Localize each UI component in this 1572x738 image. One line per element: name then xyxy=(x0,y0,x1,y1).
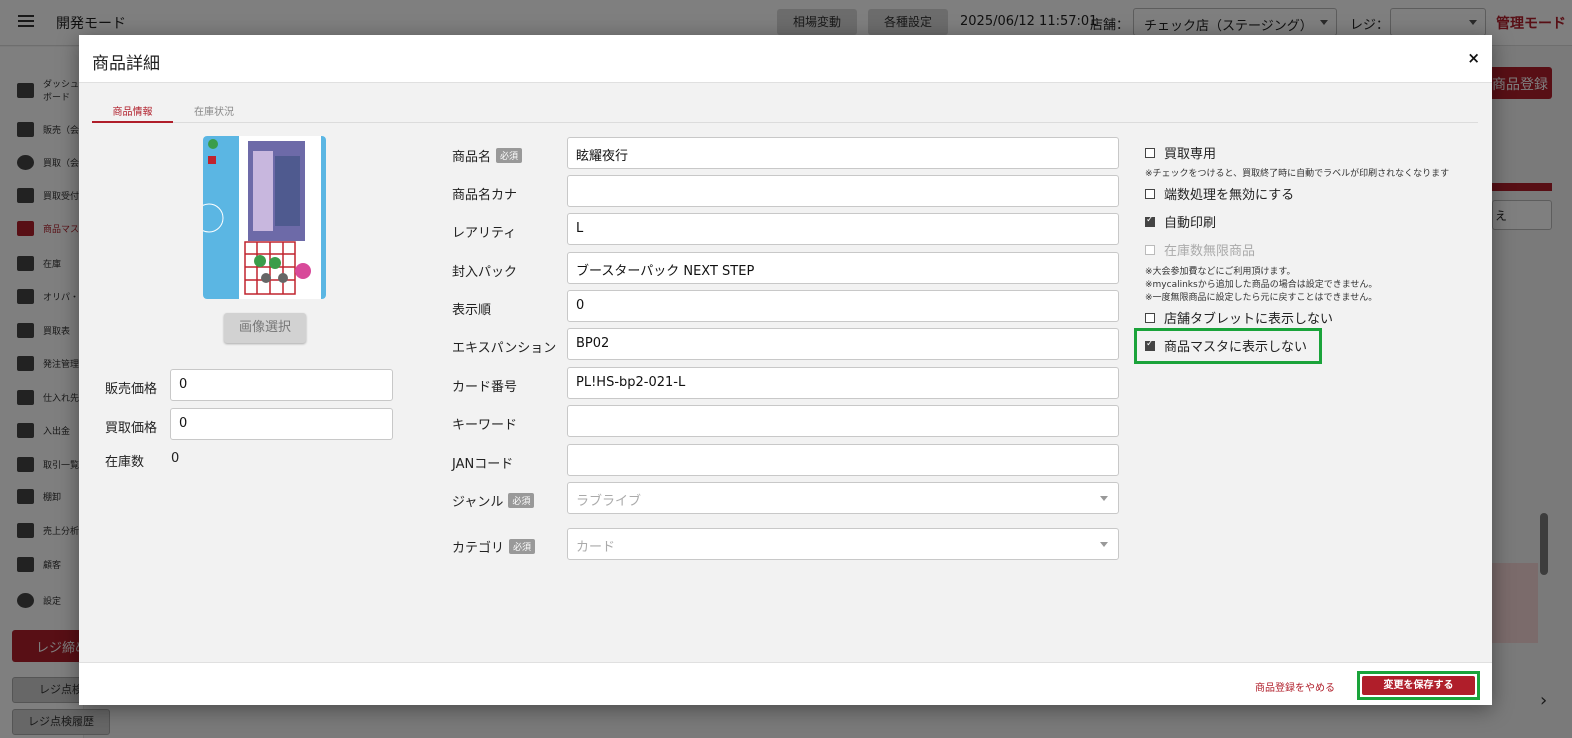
required-badge: 必須 xyxy=(508,493,535,508)
genre-placeholder: ラブライブ xyxy=(576,494,642,509)
pack-label: 封入パック xyxy=(452,265,518,280)
unlimited-stock-option: 在庫数無限商品 xyxy=(1145,240,1255,259)
product-name-label: 商品名 必須 xyxy=(452,146,523,165)
required-badge: 必須 xyxy=(496,148,523,163)
product-kana-label: 商品名カナ xyxy=(452,188,518,203)
buy-price-label: 買取価格 xyxy=(105,421,158,436)
cancel-registration-link[interactable]: 商品登録をやめる xyxy=(1255,679,1335,694)
stock-count-value: 0 xyxy=(171,451,180,466)
required-badge: 必須 xyxy=(509,539,536,554)
unlimited-note-3: ※一度無限商品に設定したら元に戻すことはできません。 xyxy=(1145,293,1378,303)
tab-product-info[interactable]: 商品情報 xyxy=(92,103,173,123)
hide-master-checkbox[interactable] xyxy=(1145,339,1155,351)
rarity-label: レアリティ xyxy=(452,226,517,241)
category-placeholder: カード xyxy=(576,540,616,555)
modal-header: 商品詳細 × xyxy=(79,35,1492,83)
keyword-field[interactable] xyxy=(567,405,1119,437)
jan-code-label: JANコード xyxy=(452,457,514,472)
card-number-label: カード番号 xyxy=(452,380,518,395)
pack-field[interactable]: ブースターパック NEXT STEP xyxy=(567,252,1119,284)
hide-tablet-option[interactable]: 店舗タブレットに表示しない xyxy=(1145,308,1333,327)
image-select-button[interactable]: 画像選択 xyxy=(224,313,306,343)
close-icon[interactable]: × xyxy=(1467,49,1480,67)
product-detail-modal: 商品詳細 × 商品情報 在庫状況 画像選択 販売価格 0 買取価格 0 在庫数 … xyxy=(79,35,1492,705)
auto-print-option[interactable]: 自動印刷 xyxy=(1145,212,1216,231)
sell-price-field[interactable]: 0 xyxy=(170,369,393,401)
jan-code-field[interactable] xyxy=(567,444,1119,476)
expansion-field[interactable]: BP02 xyxy=(567,328,1119,360)
buy-price-field[interactable]: 0 xyxy=(170,408,393,440)
sell-price-label: 販売価格 xyxy=(105,382,158,397)
save-changes-button[interactable]: 変更を保存する xyxy=(1362,676,1475,695)
category-select[interactable]: カード xyxy=(567,528,1119,560)
auto-print-checkbox[interactable] xyxy=(1145,215,1155,227)
unlimited-note-1: ※大会参加費などにご利用頂けます。 xyxy=(1145,267,1296,277)
modal-footer: 商品登録をやめる 変更を保存する xyxy=(79,662,1492,705)
display-order-field[interactable]: 0 xyxy=(567,290,1119,322)
modal-title: 商品詳細 xyxy=(92,54,160,74)
product-kana-field[interactable] xyxy=(567,175,1119,207)
product-name-field[interactable]: 眩耀夜行 xyxy=(567,137,1119,169)
buy-only-checkbox[interactable] xyxy=(1145,147,1155,158)
rarity-field[interactable]: L xyxy=(567,213,1119,245)
unlimited-note-2: ※mycalinksから追加した商品の場合は設定できません。 xyxy=(1145,280,1378,290)
expansion-label: エキスパンション xyxy=(452,341,557,356)
card-number-field[interactable]: PL!HS-bp2-021-L xyxy=(567,367,1119,399)
chevron-down-icon xyxy=(1100,542,1108,547)
chevron-down-icon xyxy=(1100,496,1108,501)
unlimited-stock-checkbox xyxy=(1145,244,1155,255)
stock-count-label: 在庫数 xyxy=(105,455,145,470)
hide-tablet-checkbox[interactable] xyxy=(1145,312,1155,323)
tab-bar: 商品情報 在庫状況 xyxy=(92,99,1478,123)
tab-stock-status[interactable]: 在庫状況 xyxy=(194,103,234,123)
genre-select[interactable]: ラブライブ xyxy=(567,482,1119,514)
product-image xyxy=(203,136,326,299)
display-order-label: 表示順 xyxy=(452,303,492,318)
disable-rounding-checkbox[interactable] xyxy=(1145,188,1155,199)
hide-master-option[interactable]: 商品マスタに表示しない xyxy=(1145,336,1307,355)
disable-rounding-option[interactable]: 端数処理を無効にする xyxy=(1145,184,1294,203)
buy-only-option[interactable]: 買取専用 xyxy=(1145,143,1216,162)
genre-label: ジャンル 必須 xyxy=(452,491,535,510)
keyword-label: キーワード xyxy=(452,418,518,433)
buy-only-note: ※チェックをつけると、買取終了時に自動でラベルが印刷されなくなります xyxy=(1145,169,1450,179)
category-label: カテゴリ 必須 xyxy=(452,537,536,556)
